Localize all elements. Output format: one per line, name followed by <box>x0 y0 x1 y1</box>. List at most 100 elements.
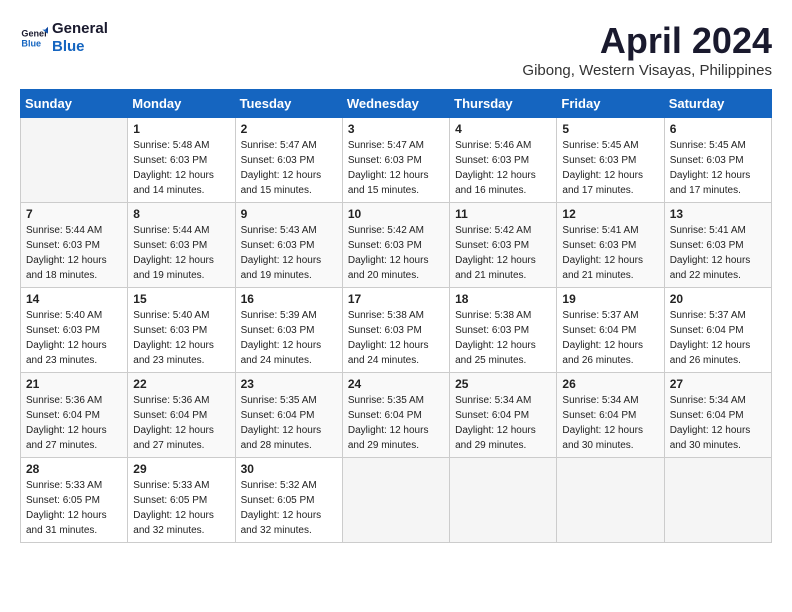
calendar-header-row: Sunday Monday Tuesday Wednesday Thursday… <box>21 90 772 118</box>
header-thursday: Thursday <box>450 90 557 118</box>
table-row <box>450 458 557 543</box>
day-info: Sunrise: 5:41 AMSunset: 6:03 PMDaylight:… <box>670 223 766 283</box>
table-row: 26 Sunrise: 5:34 AMSunset: 6:04 PMDayligh… <box>557 373 664 458</box>
calendar-week-2: 7Sunrise: 5:44 AMSunset: 6:03 PMDaylight… <box>21 203 772 288</box>
table-row: 28 Sunrise: 5:33 AMSunset: 6:05 PMDayligh… <box>21 458 128 543</box>
day-number: 26 <box>562 377 658 391</box>
day-info: Sunrise: 5:34 AMSunset: 6:04 PMDaylight:… <box>562 393 658 453</box>
day-info: Sunrise: 5:41 AMSunset: 6:03 PMDaylight:… <box>562 223 658 283</box>
logo: General Blue General Blue <box>20 20 108 56</box>
day-info: Sunrise: 5:47 AMSunset: 6:03 PMDaylight:… <box>348 138 444 198</box>
day-number: 30 <box>241 462 337 476</box>
table-row: 2 Sunrise: 5:47 AMSunset: 6:03 PMDaylight… <box>235 118 342 203</box>
table-row <box>664 458 771 543</box>
day-info: Sunrise: 5:44 AMSunset: 6:03 PMDaylight:… <box>26 223 122 283</box>
day-info: Sunrise: 5:48 AMSunset: 6:03 PMDaylight:… <box>133 138 229 198</box>
day-info: Sunrise: 5:36 AMSunset: 6:04 PMDaylight:… <box>26 393 122 453</box>
table-row: 4Sunrise: 5:46 AMSunset: 6:03 PMDaylight… <box>450 118 557 203</box>
header-tuesday: Tuesday <box>235 90 342 118</box>
table-row <box>557 458 664 543</box>
calendar-table: Sunday Monday Tuesday Wednesday Thursday… <box>20 89 772 543</box>
table-row: 15 Sunrise: 5:40 AMSunset: 6:03 PMDayligh… <box>128 288 235 373</box>
page-header: General Blue General Blue April 2024 Gib… <box>20 20 772 79</box>
day-info: Sunrise: 5:46 AMSunset: 6:03 PMDaylight:… <box>455 138 551 198</box>
table-row: 3 Sunrise: 5:47 AMSunset: 6:03 PMDaylight… <box>342 118 449 203</box>
table-row: 16 Sunrise: 5:39 AMSunset: 6:03 PMDayligh… <box>235 288 342 373</box>
header-wednesday: Wednesday <box>342 90 449 118</box>
day-number: 20 <box>670 292 766 306</box>
table-row: 10 Sunrise: 5:42 AMSunset: 6:03 PMDayligh… <box>342 203 449 288</box>
table-row: 25Sunrise: 5:34 AMSunset: 6:04 PMDayligh… <box>450 373 557 458</box>
logo-text-blue: Blue <box>52 38 108 56</box>
table-row: 19 Sunrise: 5:37 AMSunset: 6:04 PMDayligh… <box>557 288 664 373</box>
day-info: Sunrise: 5:37 AMSunset: 6:04 PMDaylight:… <box>562 308 658 368</box>
day-info: Sunrise: 5:38 AMSunset: 6:03 PMDaylight:… <box>348 308 444 368</box>
day-number: 18 <box>455 292 551 306</box>
day-info: Sunrise: 5:33 AMSunset: 6:05 PMDaylight:… <box>26 478 122 538</box>
day-info: Sunrise: 5:45 AMSunset: 6:03 PMDaylight:… <box>562 138 658 198</box>
table-row: 14 Sunrise: 5:40 AMSunset: 6:03 PMDayligh… <box>21 288 128 373</box>
table-row: 1 Sunrise: 5:48 AMSunset: 6:03 PMDaylight… <box>128 118 235 203</box>
day-number: 19 <box>562 292 658 306</box>
day-info: Sunrise: 5:37 AMSunset: 6:04 PMDaylight:… <box>670 308 766 368</box>
day-number: 12 <box>562 207 658 221</box>
header-monday: Monday <box>128 90 235 118</box>
header-sunday: Sunday <box>21 90 128 118</box>
location-subtitle: Gibong, Western Visayas, Philippines <box>522 62 772 79</box>
day-number: 2 <box>241 122 337 136</box>
calendar-week-1: 1 Sunrise: 5:48 AMSunset: 6:03 PMDaylight… <box>21 118 772 203</box>
svg-text:Blue: Blue <box>21 38 41 48</box>
day-number: 17 <box>348 292 444 306</box>
day-info: Sunrise: 5:42 AMSunset: 6:03 PMDaylight:… <box>455 223 551 283</box>
day-info: Sunrise: 5:40 AMSunset: 6:03 PMDaylight:… <box>26 308 122 368</box>
day-number: 3 <box>348 122 444 136</box>
day-info: Sunrise: 5:43 AMSunset: 6:03 PMDaylight:… <box>241 223 337 283</box>
day-info: Sunrise: 5:42 AMSunset: 6:03 PMDaylight:… <box>348 223 444 283</box>
day-info: Sunrise: 5:39 AMSunset: 6:03 PMDaylight:… <box>241 308 337 368</box>
header-saturday: Saturday <box>664 90 771 118</box>
day-number: 22 <box>133 377 229 391</box>
calendar-week-4: 21 Sunrise: 5:36 AMSunset: 6:04 PMDayligh… <box>21 373 772 458</box>
day-number: 15 <box>133 292 229 306</box>
table-row: 21 Sunrise: 5:36 AMSunset: 6:04 PMDayligh… <box>21 373 128 458</box>
title-section: April 2024 Gibong, Western Visayas, Phil… <box>522 20 772 79</box>
table-row: 24Sunrise: 5:35 AMSunset: 6:04 PMDayligh… <box>342 373 449 458</box>
day-info: Sunrise: 5:44 AMSunset: 6:03 PMDaylight:… <box>133 223 229 283</box>
table-row: 29Sunrise: 5:33 AMSunset: 6:05 PMDayligh… <box>128 458 235 543</box>
month-title: April 2024 <box>522 20 772 62</box>
day-number: 14 <box>26 292 122 306</box>
table-row: 13 Sunrise: 5:41 AMSunset: 6:03 PMDayligh… <box>664 203 771 288</box>
day-number: 9 <box>241 207 337 221</box>
table-row <box>21 118 128 203</box>
day-number: 21 <box>26 377 122 391</box>
table-row: 7Sunrise: 5:44 AMSunset: 6:03 PMDaylight… <box>21 203 128 288</box>
day-number: 6 <box>670 122 766 136</box>
table-row: 5 Sunrise: 5:45 AMSunset: 6:03 PMDaylight… <box>557 118 664 203</box>
calendar-week-3: 14 Sunrise: 5:40 AMSunset: 6:03 PMDayligh… <box>21 288 772 373</box>
day-number: 13 <box>670 207 766 221</box>
day-info: Sunrise: 5:36 AMSunset: 6:04 PMDaylight:… <box>133 393 229 453</box>
table-row: 30Sunrise: 5:32 AMSunset: 6:05 PMDayligh… <box>235 458 342 543</box>
day-number: 10 <box>348 207 444 221</box>
day-number: 8 <box>133 207 229 221</box>
header-friday: Friday <box>557 90 664 118</box>
day-info: Sunrise: 5:47 AMSunset: 6:03 PMDaylight:… <box>241 138 337 198</box>
day-number: 16 <box>241 292 337 306</box>
logo-icon: General Blue <box>20 24 48 52</box>
day-info: Sunrise: 5:34 AMSunset: 6:04 PMDaylight:… <box>670 393 766 453</box>
day-info: Sunrise: 5:35 AMSunset: 6:04 PMDaylight:… <box>241 393 337 453</box>
table-row: 22 Sunrise: 5:36 AMSunset: 6:04 PMDayligh… <box>128 373 235 458</box>
day-number: 27 <box>670 377 766 391</box>
day-number: 23 <box>241 377 337 391</box>
day-number: 5 <box>562 122 658 136</box>
day-info: Sunrise: 5:33 AMSunset: 6:05 PMDaylight:… <box>133 478 229 538</box>
table-row: 18Sunrise: 5:38 AMSunset: 6:03 PMDayligh… <box>450 288 557 373</box>
table-row <box>342 458 449 543</box>
day-info: Sunrise: 5:40 AMSunset: 6:03 PMDaylight:… <box>133 308 229 368</box>
day-number: 1 <box>133 122 229 136</box>
day-info: Sunrise: 5:45 AMSunset: 6:03 PMDaylight:… <box>670 138 766 198</box>
table-row: 17 Sunrise: 5:38 AMSunset: 6:03 PMDayligh… <box>342 288 449 373</box>
day-number: 28 <box>26 462 122 476</box>
table-row: 23 Sunrise: 5:35 AMSunset: 6:04 PMDayligh… <box>235 373 342 458</box>
table-row: 11Sunrise: 5:42 AMSunset: 6:03 PMDayligh… <box>450 203 557 288</box>
